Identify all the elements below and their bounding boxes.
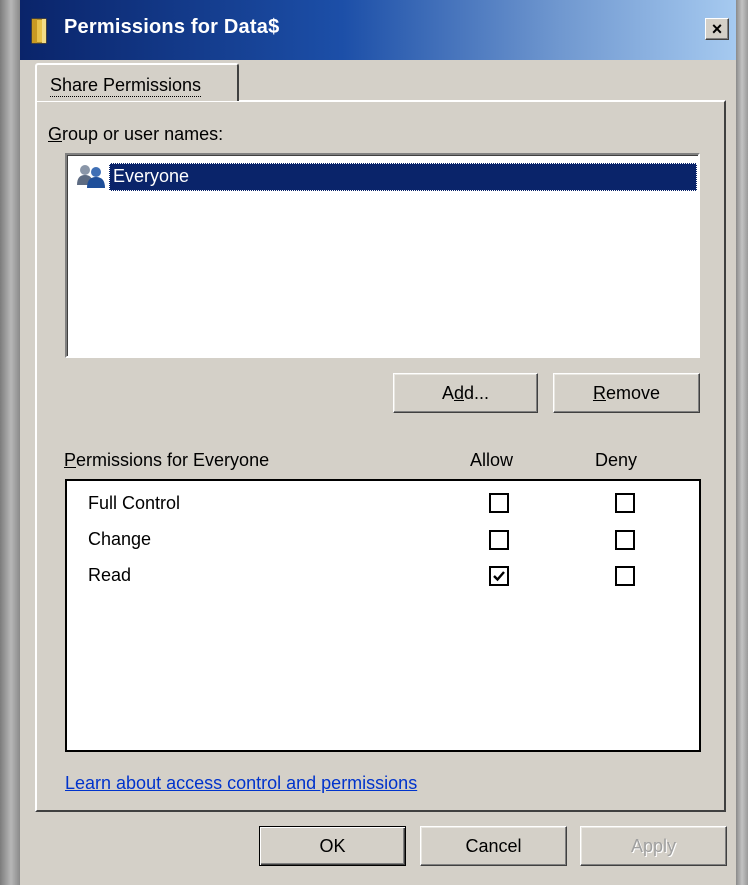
close-button[interactable]: × — [705, 18, 729, 40]
window-frame-left — [0, 0, 20, 885]
deny-full-control-checkbox[interactable] — [615, 493, 635, 513]
ok-button[interactable]: OK — [259, 826, 406, 866]
permission-name-change: Change — [88, 529, 152, 549]
window-frame-right — [736, 0, 748, 885]
deny-column-header: Deny — [595, 450, 638, 470]
allow-change-checkbox[interactable] — [489, 530, 509, 550]
title-bar[interactable]: Permissions for Data$ × — [20, 0, 736, 60]
add-button[interactable]: Add... — [393, 373, 538, 413]
allow-read-checkbox[interactable] — [489, 566, 509, 586]
permissions-list: Full Control Change Read — [65, 479, 701, 752]
close-icon: × — [711, 19, 723, 39]
remove-button[interactable]: Remove — [553, 373, 700, 413]
tab-share-permissions[interactable]: Share Permissions — [35, 63, 239, 101]
allow-column-header: Allow — [470, 450, 514, 470]
learn-more-link[interactable]: Learn about access control and permissio… — [65, 773, 417, 794]
group-list-label: Group or user names: — [48, 124, 224, 144]
folder-icon — [31, 18, 47, 44]
tab-label: Share Permissions — [50, 75, 202, 97]
group-user-list[interactable]: Everyone — [65, 153, 700, 358]
allow-full-control-checkbox[interactable] — [489, 493, 509, 513]
list-item-everyone[interactable]: Everyone — [109, 163, 697, 191]
user-name: Everyone — [113, 166, 190, 186]
window-title: Permissions for Data$ — [64, 16, 280, 38]
check-icon — [493, 571, 505, 582]
apply-button[interactable]: Apply — [580, 826, 727, 866]
deny-change-checkbox[interactable] — [615, 530, 635, 550]
deny-read-checkbox[interactable] — [615, 566, 635, 586]
permissions-dialog: Permissions for Data$ × Share Permission… — [20, 0, 736, 885]
permission-name-full-control: Full Control — [88, 493, 181, 513]
permissions-header: Permissions for Everyone — [64, 450, 270, 470]
cancel-button[interactable]: Cancel — [420, 826, 567, 866]
permission-name-read: Read — [88, 565, 132, 585]
users-icon — [77, 165, 105, 188]
